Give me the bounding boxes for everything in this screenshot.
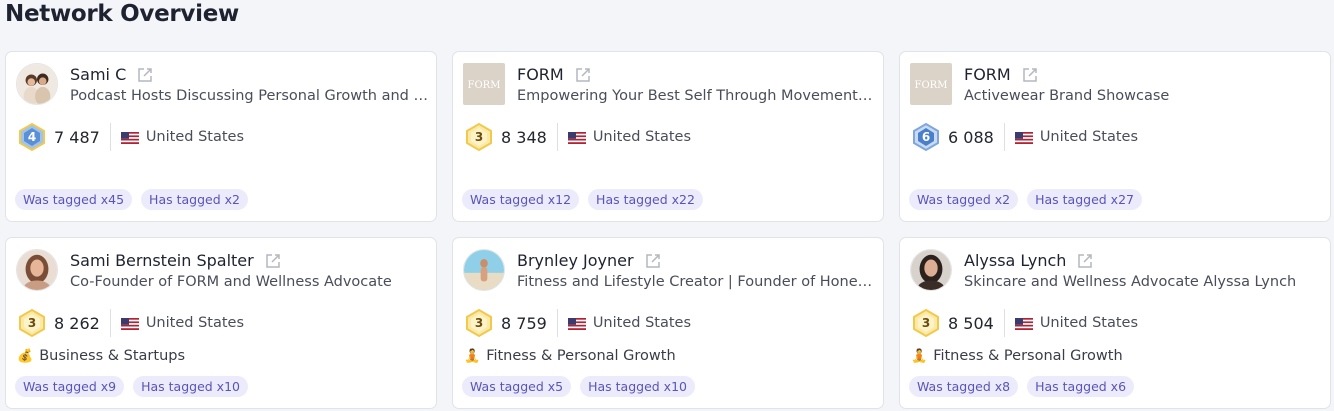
has-tagged-chip[interactable]: Has tagged x10 [580, 376, 695, 397]
follower-count: 6 088 [948, 127, 994, 147]
profile-bio: Activewear Brand Showcase [964, 88, 1170, 104]
country-label: United States [145, 129, 244, 145]
profile-bio: Podcast Hosts Discussing Personal Growth… [70, 88, 428, 104]
profile-stats: 6 6 088 United States [912, 122, 1138, 152]
external-link-icon[interactable] [136, 66, 154, 84]
avatar-logo-text: FORM [468, 80, 501, 91]
category-text: Fitness & Personal Growth [933, 348, 1123, 364]
meditation-icon: 🧘 [464, 348, 481, 364]
has-tagged-chip[interactable]: Has tagged x2 [141, 189, 248, 210]
level-badge-blue-icon: 6 [912, 122, 940, 152]
us-flag-icon [1014, 131, 1033, 144]
category-label: 🧘 Fitness & Personal Growth [911, 348, 1123, 364]
avatar[interactable]: FORM [463, 63, 505, 105]
external-link-icon[interactable] [264, 252, 282, 270]
profile-card[interactable]: Alyssa Lynch Skincare and Wellness Advoc… [899, 237, 1331, 409]
divider [1003, 309, 1005, 337]
divider [1003, 123, 1005, 151]
avatar[interactable] [16, 63, 58, 105]
us-flag-icon [567, 317, 586, 330]
money-bag-icon: 💰 [17, 348, 34, 364]
profile-stats: 4 7 487 United States [18, 122, 244, 152]
follower-count: 8 759 [501, 313, 547, 333]
level-badge-gold-icon: 3 [912, 308, 940, 338]
tag-row: Was tagged x5 Has tagged x10 [462, 376, 695, 397]
us-flag-icon [1014, 317, 1033, 330]
profile-name[interactable]: Sami C [70, 65, 126, 84]
profile-grid: Sami C Podcast Hosts Discussing Personal… [5, 51, 1332, 410]
external-link-icon[interactable] [644, 252, 662, 270]
was-tagged-chip[interactable]: Was tagged x5 [462, 376, 572, 397]
us-flag-icon [567, 131, 586, 144]
avatar[interactable] [16, 249, 58, 291]
profile-bio: Empowering Your Best Self Through Moveme… [517, 88, 875, 104]
page-title: Network Overview [5, 1, 239, 27]
country-label: United States [1039, 129, 1138, 145]
profile-stats: 3 8 759 United States [465, 308, 691, 338]
follower-count: 7 487 [54, 127, 100, 147]
level-badge-gold-icon: 3 [465, 122, 493, 152]
country-label: United States [145, 315, 244, 331]
follower-count: 8 262 [54, 313, 100, 333]
follower-count: 8 348 [501, 127, 547, 147]
profile-stats: 3 8 348 United States [465, 122, 691, 152]
follower-count: 8 504 [948, 313, 994, 333]
has-tagged-chip[interactable]: Has tagged x22 [588, 189, 703, 210]
level-badge-gold-icon: 3 [465, 308, 493, 338]
profile-bio: Fitness and Lifestyle Creator | Founder … [517, 274, 875, 290]
was-tagged-chip[interactable]: Was tagged x8 [909, 376, 1019, 397]
profile-bio: Co-Founder of FORM and Wellness Advocate [70, 274, 392, 290]
profile-card[interactable]: Sami Bernstein Spalter Co-Founder of FOR… [5, 237, 437, 409]
avatar[interactable] [463, 249, 505, 291]
was-tagged-chip[interactable]: Was tagged x2 [909, 189, 1019, 210]
divider [556, 123, 558, 151]
profile-name[interactable]: FORM [964, 65, 1011, 84]
was-tagged-chip[interactable]: Was tagged x9 [15, 376, 125, 397]
profile-name[interactable]: Sami Bernstein Spalter [70, 251, 254, 270]
profile-card[interactable]: Brynley Joyner Fitness and Lifestyle Cre… [452, 237, 884, 409]
meditation-icon: 🧘 [911, 348, 928, 364]
profile-card[interactable]: FORM FORM Empowering Your Best Self Thro… [452, 51, 884, 222]
profile-card[interactable]: Sami C Podcast Hosts Discussing Personal… [5, 51, 437, 222]
us-flag-icon [120, 317, 139, 330]
external-link-icon[interactable] [1021, 66, 1039, 84]
country-label: United States [1039, 315, 1138, 331]
tag-row: Was tagged x8 Has tagged x6 [909, 376, 1135, 397]
profile-stats: 3 8 504 United States [912, 308, 1138, 338]
has-tagged-chip[interactable]: Has tagged x6 [1027, 376, 1135, 397]
external-link-icon[interactable] [1076, 252, 1094, 270]
tag-row: Was tagged x2 Has tagged x27 [909, 189, 1142, 210]
avatar-logo-text: FORM [915, 80, 948, 91]
avatar[interactable] [910, 249, 952, 291]
divider [109, 309, 111, 337]
was-tagged-chip[interactable]: Was tagged x45 [15, 189, 133, 210]
profile-name[interactable]: Alyssa Lynch [964, 251, 1066, 270]
tag-row: Was tagged x9 Has tagged x10 [15, 376, 248, 397]
category-label: 🧘 Fitness & Personal Growth [464, 348, 676, 364]
has-tagged-chip[interactable]: Has tagged x27 [1027, 189, 1142, 210]
level-badge-blue-icon: 4 [18, 122, 46, 152]
profile-name[interactable]: Brynley Joyner [517, 251, 634, 270]
category-label: 💰 Business & Startups [17, 348, 185, 364]
profile-bio: Skincare and Wellness Advocate Alyssa Ly… [964, 274, 1297, 290]
divider [109, 123, 111, 151]
country-label: United States [592, 315, 691, 331]
has-tagged-chip[interactable]: Has tagged x10 [133, 376, 248, 397]
country-label: United States [592, 129, 691, 145]
profile-stats: 3 8 262 United States [18, 308, 244, 338]
profile-card[interactable]: FORM FORM Activewear Brand Showcase 6 6 … [899, 51, 1331, 222]
category-text: Fitness & Personal Growth [486, 348, 676, 364]
profile-name[interactable]: FORM [517, 65, 564, 84]
divider [556, 309, 558, 337]
us-flag-icon [120, 131, 139, 144]
tag-row: Was tagged x45 Has tagged x2 [15, 189, 248, 210]
avatar[interactable]: FORM [910, 63, 952, 105]
category-text: Business & Startups [39, 348, 186, 364]
was-tagged-chip[interactable]: Was tagged x12 [462, 189, 580, 210]
external-link-icon[interactable] [574, 66, 592, 84]
level-badge-gold-icon: 3 [18, 308, 46, 338]
tag-row: Was tagged x12 Has tagged x22 [462, 189, 703, 210]
